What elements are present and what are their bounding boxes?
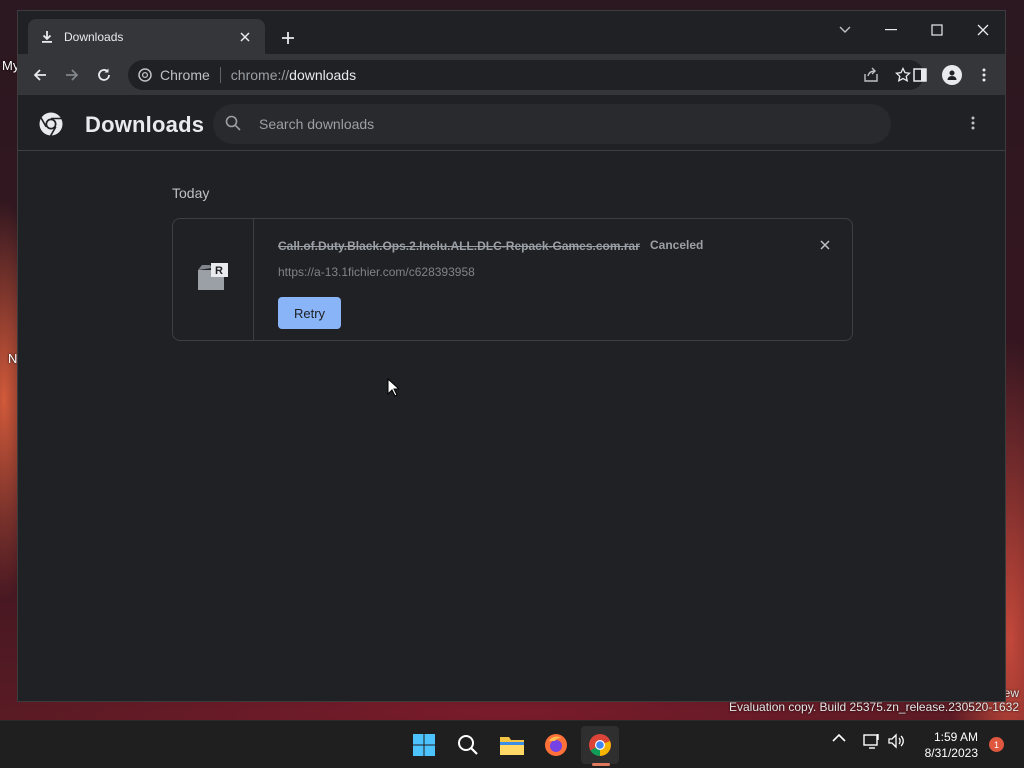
site-label: Chrome xyxy=(160,67,210,83)
address-bar[interactable]: Chrome chrome:// downloads xyxy=(128,60,924,90)
svg-text:R: R xyxy=(215,265,223,277)
firefox-icon[interactable] xyxy=(537,726,575,764)
tab-search-chevron-icon[interactable] xyxy=(822,15,868,45)
forward-button[interactable] xyxy=(59,62,85,88)
chrome-logo-icon xyxy=(38,111,64,137)
show-hidden-icons-chevron-icon[interactable] xyxy=(832,733,846,743)
file-name[interactable]: Call.of.Duty.Black.Ops.2.Inclu.ALL.DLC-R… xyxy=(278,239,640,253)
evaluation-watermark: Evaluation copy. Build 25375.zn_release.… xyxy=(729,700,1019,714)
reload-button[interactable] xyxy=(91,62,117,88)
download-status: Canceled xyxy=(650,238,704,252)
volume-icon[interactable] xyxy=(887,733,905,749)
url-path: downloads xyxy=(289,67,357,83)
file-icon-column: R xyxy=(173,219,254,340)
close-tab-icon[interactable] xyxy=(237,29,253,45)
start-icon[interactable] xyxy=(405,726,443,764)
title-bar: Downloads xyxy=(18,11,1005,54)
profile-avatar[interactable] xyxy=(939,62,965,88)
active-app-indicator xyxy=(592,763,610,766)
page-header: Downloads xyxy=(18,95,1005,151)
site-info-chip[interactable]: Chrome xyxy=(128,67,210,83)
notification-badge[interactable]: 1 xyxy=(989,737,1004,752)
share-icon[interactable] xyxy=(860,64,882,86)
more-actions-icon[interactable] xyxy=(963,113,983,133)
chrome-icon[interactable] xyxy=(581,726,619,764)
browser-window: Downloads Chrome chrome:// downloads Dow… xyxy=(17,10,1006,702)
back-button[interactable] xyxy=(27,62,53,88)
browser-toolbar: Chrome chrome:// downloads xyxy=(18,54,1005,95)
retry-button[interactable]: Retry xyxy=(278,297,341,329)
downloads-page: Downloads Today R Call.of.Duty.Black.Ops… xyxy=(18,95,1005,701)
remove-download-icon[interactable] xyxy=(816,236,834,254)
system-clock[interactable]: 1:59 AM 8/31/2023 xyxy=(925,729,978,761)
clock-date: 8/31/2023 xyxy=(924,746,978,760)
search-icon[interactable] xyxy=(449,726,487,764)
search-icon xyxy=(225,115,243,133)
maximize-button[interactable] xyxy=(914,15,960,45)
download-icon xyxy=(40,30,54,44)
tab-downloads[interactable]: Downloads xyxy=(28,19,265,54)
omnibox-separator xyxy=(219,67,221,83)
browser-menu-icon[interactable] xyxy=(971,62,997,88)
network-icon[interactable] xyxy=(863,733,881,749)
file-explorer-icon[interactable] xyxy=(493,726,531,764)
tab-title: Downloads xyxy=(64,29,124,44)
clock-time: 1:59 AM xyxy=(933,730,978,744)
source-url[interactable]: https://a-13.1fichier.com/c628393958 xyxy=(278,265,475,279)
desktop-icon-label[interactable]: N xyxy=(8,351,17,366)
search-downloads[interactable] xyxy=(213,104,891,144)
rar-archive-icon: R xyxy=(196,262,230,297)
taskbar: 1:59 AM 8/31/2023 1 xyxy=(0,720,1024,768)
mouse-cursor-icon xyxy=(387,377,401,402)
side-panel-icon[interactable] xyxy=(907,62,933,88)
new-tab-button[interactable] xyxy=(277,27,299,49)
minimize-button[interactable] xyxy=(868,15,914,45)
url-scheme: chrome:// xyxy=(230,67,290,83)
person-icon xyxy=(942,65,962,85)
date-heading: Today xyxy=(172,185,210,201)
download-item: R Call.of.Duty.Black.Ops.2.Inclu.ALL.DLC… xyxy=(172,218,853,341)
close-window-button[interactable] xyxy=(960,15,1006,45)
page-title: Downloads xyxy=(85,112,205,137)
search-input[interactable] xyxy=(257,115,861,133)
chrome-logo-icon xyxy=(138,68,152,82)
